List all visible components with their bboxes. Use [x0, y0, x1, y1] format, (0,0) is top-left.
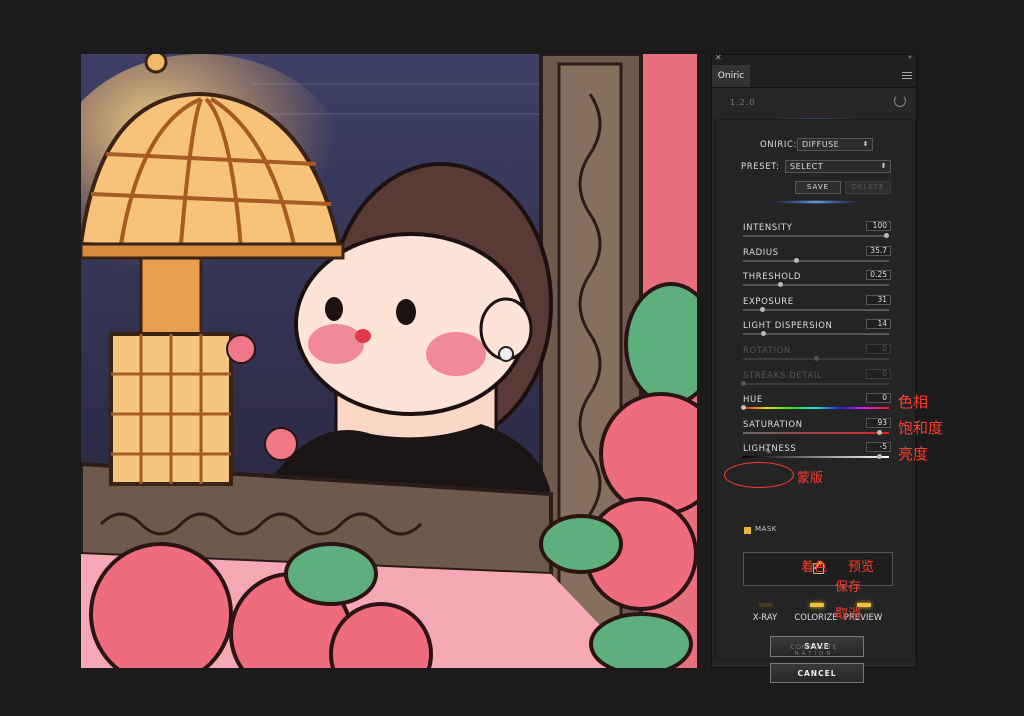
- rotation-label: ROTATION: [743, 346, 791, 356]
- preset-select[interactable]: SELECT ⬍: [785, 160, 891, 173]
- intensity-label: INTENSITY: [743, 223, 793, 233]
- refresh-icon[interactable]: [894, 95, 906, 107]
- light-dispersion-label: LIGHT DISPERSION: [743, 321, 833, 332]
- brand-footer-line1: COMPOSITE: [790, 643, 838, 651]
- artwork-illustration: [81, 54, 697, 668]
- light-dispersion-slider-thumb[interactable]: [761, 331, 767, 337]
- mask-label: MASK: [755, 525, 777, 533]
- annotation-lightness: 亮度: [898, 445, 929, 463]
- glow-divider: [773, 200, 859, 204]
- radius-slider-thumb[interactable]: [793, 257, 799, 263]
- preset-label: PRESET:: [741, 162, 780, 172]
- rotation-slider-thumb[interactable]: [814, 356, 819, 361]
- delete-preset-button[interactable]: DELETE: [845, 181, 891, 194]
- annotation-save: 保存: [835, 580, 862, 595]
- annotation-colorize: 着色: [801, 560, 828, 575]
- annotation-mask: 蒙版: [797, 471, 824, 486]
- annotation-cancel: 取消: [835, 607, 862, 622]
- hue-slider-thumb[interactable]: [741, 405, 746, 411]
- light-dispersion-slider[interactable]: [743, 331, 889, 337]
- exposure-label: EXPOSURE: [743, 296, 794, 307]
- exposure-value-field[interactable]: 31: [866, 294, 891, 305]
- intensity-slider[interactable]: [743, 233, 890, 238]
- cancel-button[interactable]: CANCEL: [770, 663, 864, 683]
- threshold-slider-thumb[interactable]: [777, 282, 783, 288]
- xray-toggle[interactable]: [759, 603, 773, 607]
- hue-value-field[interactable]: 0: [866, 393, 891, 404]
- streaks-detail-value-field[interactable]: 0: [866, 368, 891, 379]
- brand-footer-line2: NATION: [794, 651, 834, 657]
- saturation-value-field[interactable]: 93: [866, 417, 891, 428]
- rotation-value-field[interactable]: 0: [866, 344, 891, 354]
- saturation-slider-thumb[interactable]: [876, 429, 882, 435]
- intensity-slider-thumb[interactable]: [884, 233, 890, 238]
- annotation-hue: 色相: [898, 393, 929, 411]
- panel-tab-bar: Oniric: [712, 65, 916, 88]
- saturation-label: SATURATION: [743, 419, 803, 430]
- radius-label: RADIUS: [743, 247, 779, 258]
- oniric-mode-value: DIFFUSE: [802, 140, 840, 149]
- updown-arrow-icon: ⬍: [880, 162, 887, 170]
- annotation-preview: 预览: [848, 560, 875, 575]
- hue-label: HUE: [743, 395, 763, 406]
- artwork-canvas: [81, 54, 697, 668]
- exposure-slider[interactable]: [743, 306, 889, 312]
- mask-highlight-ellipse: [724, 462, 794, 488]
- tab-oniric[interactable]: Oniric: [712, 65, 750, 87]
- controls-container: ONIRIC: DIFFUSE ⬍ PRESET: SELECT ⬍ SAVE DE…: [714, 119, 916, 683]
- panel-menu-icon[interactable]: [902, 70, 912, 80]
- streaks-detail-label: STREAKS DETAIL: [743, 370, 823, 381]
- lightness-slider-thumb[interactable]: [876, 454, 882, 460]
- rotation-slider[interactable]: [743, 356, 889, 361]
- oniric-panel: ✕ » Oniric 1.2.0 ONIRIC: DIFFUSE ⬍ PRESET…: [711, 53, 917, 683]
- version-label: 1.2.0: [730, 98, 756, 107]
- radius-value-field[interactable]: 35.7: [866, 245, 891, 256]
- panel-top-strip: ✕ »: [712, 53, 916, 65]
- radius-slider[interactable]: [743, 257, 889, 263]
- annotation-saturation: 饱和度: [898, 419, 944, 437]
- streaks-detail-slider-thumb[interactable]: [741, 380, 746, 386]
- exposure-slider-thumb[interactable]: [759, 306, 765, 312]
- collapse-icon[interactable]: »: [908, 53, 912, 61]
- updown-arrow-icon: ⬍: [862, 140, 869, 148]
- threshold-value-field[interactable]: 0.25: [866, 270, 891, 281]
- preset-value: SELECT: [790, 162, 824, 171]
- mask-checkbox[interactable]: [743, 526, 752, 535]
- lightness-slider[interactable]: [743, 454, 889, 460]
- streaks-detail-slider[interactable]: [741, 380, 889, 386]
- lightness-value-field[interactable]: -5: [866, 442, 891, 453]
- oniric-mode-label: ONIRIC:: [760, 140, 797, 150]
- close-icon[interactable]: ✕: [715, 53, 722, 62]
- oniric-mode-select[interactable]: DIFFUSE ⬍: [797, 138, 873, 151]
- saturation-slider[interactable]: [743, 429, 889, 435]
- light-dispersion-value-field[interactable]: 14: [866, 319, 891, 330]
- eyedropper-icon[interactable]: ✎: [765, 447, 772, 456]
- save-preset-button[interactable]: SAVE: [795, 181, 841, 194]
- colorize-toggle[interactable]: [810, 603, 824, 607]
- intensity-value-field[interactable]: 100: [866, 221, 891, 231]
- threshold-slider[interactable]: [743, 282, 889, 288]
- hue-slider[interactable]: [741, 405, 889, 411]
- threshold-label: THRESHOLD: [743, 272, 802, 283]
